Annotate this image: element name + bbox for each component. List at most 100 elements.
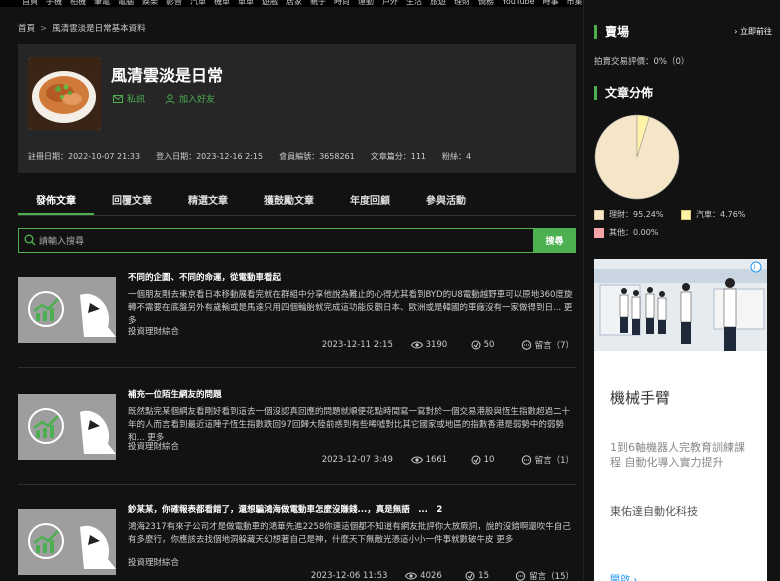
article-category[interactable]: 投資理財綜合 — [128, 440, 179, 452]
search-button[interactable]: 搜尋 — [533, 228, 576, 253]
legend-item: 其他：0.00% — [594, 227, 658, 238]
breadcrumb-separator: > — [40, 24, 48, 34]
article-title[interactable]: 不同的企圖、不同的命運，從電動車看起 — [128, 271, 281, 283]
profile-name: 風清雲淡是日常 — [111, 66, 224, 85]
likes-count: 15 — [465, 571, 515, 581]
views-value: 3190 — [425, 340, 448, 350]
eye-icon — [410, 456, 423, 464]
tab-posted[interactable]: 發佈文章 — [18, 184, 94, 215]
breadcrumb-home[interactable]: 首頁 — [18, 24, 35, 34]
comments-count[interactable]: 留言（7） — [521, 339, 574, 351]
like-icon — [471, 455, 481, 465]
ad-banner[interactable]: i 機械手臂 1到6軸機器人完教育訓練課程 自動化導入實力提升 東佑達自動化科技… — [594, 259, 767, 581]
tab-encouraged[interactable]: 獲鼓勵文章 — [246, 184, 332, 215]
article-item[interactable]: 鈔某某，你確報表都看錯了，還想騙鴻海做電動車怎麼沒賺錢...，真是無語 ... … — [18, 503, 576, 581]
search-icon — [24, 234, 36, 246]
article-item[interactable]: 補充一位陌生網友的問題 既然點完某個網友看剛好看到這去一個沒認真回應的問題就順便… — [18, 388, 576, 485]
search-input[interactable] — [39, 233, 519, 249]
ad-title[interactable]: 機械手臂 — [610, 387, 670, 408]
distribution-pie-chart — [594, 114, 680, 200]
topnav-item[interactable]: 電腦 — [118, 0, 134, 6]
topnav-item[interactable]: 遊戲 — [262, 0, 278, 6]
article-excerpt: 一個朋友剛去東京看日本移動展看完就在群組中分享他說為難止的心得尤其看到BYD的U… — [128, 290, 573, 326]
breadcrumb: 首頁 > 風清雲淡是日常基本資料 — [18, 22, 146, 34]
avatar — [28, 57, 101, 130]
comment-icon — [521, 340, 532, 350]
topnav-item[interactable]: 市集 — [567, 0, 583, 6]
article-meta: 2023-12-07 3:49 1661 10 留言（1） — [322, 454, 574, 466]
views-count: 3190 — [410, 340, 471, 350]
comments-count[interactable]: 留言（15） — [515, 570, 574, 581]
topnav-item[interactable]: 手機 — [46, 0, 62, 6]
legend-item: 理財：95.24% — [594, 209, 664, 220]
ad-brand: 東佑達自動化科技 — [610, 505, 698, 518]
topnav-item[interactable]: 單車 — [238, 0, 254, 6]
tab-activities[interactable]: 參與活動 — [408, 184, 484, 215]
profile-stats: 註冊日期：2022-10-07 21:33 登入日期：2023-12-16 2:… — [28, 151, 471, 162]
topnav-item[interactable]: 汽車 — [190, 0, 206, 6]
message-button[interactable]: 私訊 — [113, 92, 145, 105]
ad-image: i — [594, 259, 767, 351]
tab-replies[interactable]: 回覆文章 — [94, 184, 170, 215]
article-thumbnail — [18, 394, 116, 460]
article-category[interactable]: 投資理財綜合 — [128, 325, 179, 337]
add-friend-button[interactable]: 加入好友 — [165, 92, 215, 105]
topnav-item[interactable]: 相機 — [70, 0, 86, 6]
market-more-link[interactable]: › 立即前往 — [734, 26, 772, 37]
eye-icon — [405, 572, 418, 580]
views-count: 1661 — [410, 455, 471, 465]
article-title[interactable]: 補充一位陌生網友的問題 — [128, 388, 222, 400]
market-card: 賣場 › 立即前往 拍賣交易評價：0%（0） — [594, 25, 772, 67]
article-excerpt: 既然點完某個網友看剛好看到這去一個沒認真回應的問題就順便花點時間寫一寫對於一個交… — [128, 407, 571, 443]
article-meta: 2023-12-06 11:53 4026 15 留言（15） — [311, 570, 574, 581]
likes-value: 50 — [483, 340, 495, 350]
article-date: 2023-12-11 2:15 — [321, 340, 393, 350]
search-bar: 搜尋 — [18, 228, 576, 253]
article-thumbnail — [18, 277, 116, 343]
legend-label: 其他：0.00% — [609, 228, 659, 237]
article-item[interactable]: 不同的企圖、不同的命運，從電動車看起 一個朋友剛去東京看日本移動展看完就在群組中… — [18, 271, 576, 368]
like-icon — [465, 571, 475, 581]
article-thumbnail — [18, 509, 116, 575]
topnav-item[interactable]: 運動 — [358, 0, 374, 6]
topnav-item[interactable]: 筆電 — [94, 0, 110, 6]
views-value: 4026 — [420, 571, 442, 581]
topnav-item[interactable]: 時事 — [543, 0, 559, 6]
comments-value: 留言（7） — [534, 341, 574, 351]
topnav-item[interactable]: 影音 — [166, 0, 182, 6]
distribution-title: 文章分佈 — [594, 86, 772, 100]
topnav-item[interactable]: 旅遊 — [430, 0, 446, 6]
views-count: 4026 — [405, 571, 465, 581]
article-count: 文章篇分：111 — [370, 152, 427, 161]
market-more-label: 立即前往 — [740, 27, 772, 36]
topnav-item[interactable]: 戶外 — [382, 0, 398, 6]
topnav-item[interactable]: 娛樂 — [142, 0, 158, 6]
likes-value: 10 — [483, 455, 495, 465]
login-date: 登入日期：2023-12-16 2:15 — [156, 152, 264, 161]
topnav-item[interactable]: 居家 — [286, 0, 302, 6]
topnav-item[interactable]: 首頁 — [22, 0, 38, 6]
article-category[interactable]: 投資理財綜合 — [128, 556, 179, 568]
article-excerpt: 鴻海2317有來子公司才是做電動車的鴻華先進2258你連這個都不知道有網友批評你… — [128, 522, 571, 545]
tab-featured[interactable]: 精選文章 — [170, 184, 246, 215]
article-distribution-card: 文章分佈 — [594, 86, 772, 100]
register-date: 註冊日期：2022-10-07 21:33 — [28, 152, 141, 161]
topnav-item[interactable]: 僑務 — [478, 0, 494, 6]
member-id: 會員編號：3658261 — [279, 152, 355, 161]
likes-value: 15 — [478, 571, 489, 581]
comments-count[interactable]: 留言（1） — [521, 454, 574, 466]
breadcrumb-current: 風清雲淡是日常基本資料 — [52, 24, 146, 34]
topnav-item[interactable]: 機車 — [214, 0, 230, 6]
topnav-item[interactable]: YouTube — [502, 0, 535, 6]
topnav-item[interactable]: 親子 — [310, 0, 326, 6]
ad-open-button[interactable]: 開啟 › — [610, 571, 637, 581]
article-title[interactable]: 鈔某某，你確報表都看錯了，還想騙鴻海做電動車怎麼沒賺錢...，真是無語 ... … — [128, 503, 442, 515]
article-meta: 2023-12-11 2:15 3190 50 留言（7） — [322, 339, 574, 351]
topnav-item[interactable]: 時尚 — [334, 0, 350, 6]
tab-annual-review[interactable]: 年度回顧 — [332, 184, 408, 215]
topnav-item[interactable]: 理財 — [454, 0, 470, 6]
article-tabs: 發佈文章 回覆文章 精選文章 獲鼓勵文章 年度回顧 參與活動 — [18, 184, 576, 216]
mail-icon — [113, 94, 123, 103]
topnav-item[interactable]: 生活 — [406, 0, 422, 6]
comments-value: 留言（1） — [534, 456, 574, 466]
